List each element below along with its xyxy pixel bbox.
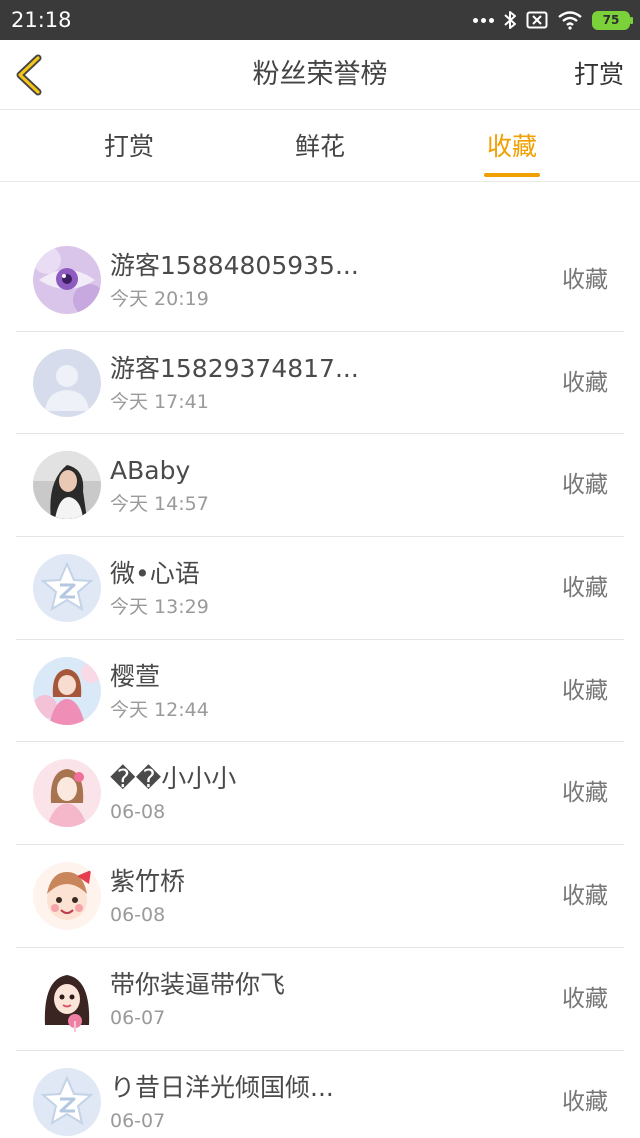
fan-time: 06-07 <box>110 1006 166 1029</box>
fan-time: 06-08 <box>110 801 166 824</box>
wifi-icon <box>558 11 582 30</box>
fan-row[interactable]: ABaby 今天 14:57 收藏 <box>16 434 624 538</box>
fan-action-label: 收藏 <box>562 883 608 910</box>
page-title: 粉丝荣誉榜 <box>252 59 388 90</box>
avatar <box>33 964 101 1033</box>
fan-action-label: 收藏 <box>562 677 608 704</box>
fan-time: 今天 14:57 <box>110 493 209 516</box>
avatar <box>33 246 101 314</box>
chevron-left-icon <box>16 54 42 96</box>
fan-name: 游客15829374817... <box>110 353 359 383</box>
fan-action-label: 收藏 <box>562 575 608 602</box>
tab-label: 打赏 <box>103 132 154 161</box>
fan-name: 紫竹桥 <box>110 867 186 897</box>
fan-name: 带你装逼带你飞 <box>110 969 286 999</box>
top-header: 粉丝荣誉榜 打赏 <box>0 40 640 110</box>
fan-time: 06-07 <box>110 1109 166 1132</box>
fan-row[interactable]: 游客15829374817... 今天 17:41 收藏 <box>16 332 624 435</box>
status-time: 21:18 <box>11 8 72 32</box>
fan-name: 樱萱 <box>110 661 161 691</box>
status-icons: 75 <box>473 8 633 32</box>
cartoon-bow-avatar-icon <box>33 862 101 931</box>
fan-row[interactable]: ��小小小 06-08 收藏 <box>16 742 624 846</box>
anime-avatar-icon <box>33 656 101 725</box>
avatar <box>33 451 101 520</box>
bluetooth-icon <box>504 11 516 29</box>
fan-row[interactable]: 樱萱 今天 12:44 收藏 <box>16 640 624 743</box>
fan-row[interactable]: 微•心语 今天 13:29 收藏 <box>16 537 624 640</box>
status-bar: 21:18 75 <box>0 0 640 40</box>
fan-action-label: 收藏 <box>562 369 608 396</box>
cartoon-girl-avatar-icon <box>33 759 101 828</box>
fan-time: 今天 12:44 <box>110 698 209 721</box>
fan-row[interactable]: 紫竹桥 06-08 收藏 <box>16 845 624 948</box>
fan-list: 游客15884805935... 今天 20:19 收藏 游客158293748… <box>0 229 640 1138</box>
default-star-icon <box>33 554 101 623</box>
default-star-icon <box>33 1067 101 1136</box>
fan-name: り昔日洋光倾国倾... <box>110 1072 334 1102</box>
fan-name: ��小小小 <box>110 764 237 794</box>
fan-action-label: 收藏 <box>562 780 608 807</box>
more-dots-icon <box>473 17 494 23</box>
default-user-icon <box>33 348 101 417</box>
tab-favorites[interactable]: 收藏 <box>442 111 582 181</box>
cartoon-face-avatar-icon <box>33 964 101 1033</box>
avatar <box>33 554 101 623</box>
battery-level: 75 <box>602 12 620 27</box>
fan-action-label: 收藏 <box>562 985 608 1012</box>
avatar <box>33 759 101 828</box>
tab-label: 鲜花 <box>294 132 345 161</box>
fan-name: 游客15884805935... <box>110 251 359 280</box>
fan-action-label: 收藏 <box>562 1088 608 1115</box>
avatar <box>33 656 101 725</box>
avatar <box>33 348 101 417</box>
tab-flowers[interactable]: 鲜花 <box>250 111 390 181</box>
photo-avatar-icon <box>33 451 101 520</box>
fan-name: ABaby <box>110 456 191 486</box>
sim-off-icon <box>526 11 548 29</box>
app-screen: 21:18 75 粉丝荣誉榜 打赏 打赏 鲜花 收藏 游客15884805935… <box>0 0 640 1138</box>
reward-link[interactable]: 打赏 <box>574 40 624 110</box>
avatar <box>33 862 101 931</box>
tab-label: 收藏 <box>486 132 537 161</box>
fan-time: 今天 13:29 <box>110 596 209 619</box>
avatar <box>33 1067 101 1136</box>
fan-time: 今天 20:19 <box>110 288 209 310</box>
battery-icon: 75 <box>592 10 633 30</box>
fan-name: 微•心语 <box>110 559 200 589</box>
eye-avatar-icon <box>33 246 101 314</box>
tab-reward[interactable]: 打赏 <box>59 111 199 181</box>
active-tab-indicator <box>484 173 540 177</box>
fan-action-label: 收藏 <box>562 472 608 499</box>
fan-row[interactable]: り昔日洋光倾国倾... 06-07 收藏 <box>16 1051 624 1138</box>
fan-row[interactable]: 带你装逼带你飞 06-07 收藏 <box>16 948 624 1051</box>
tab-bar: 打赏 鲜花 收藏 <box>0 111 640 182</box>
fan-row[interactable]: 游客15884805935... 今天 20:19 收藏 <box>16 229 624 332</box>
back-button[interactable] <box>10 52 54 98</box>
fan-action-label: 收藏 <box>562 267 608 293</box>
fan-time: 06-08 <box>110 904 166 927</box>
fan-time: 今天 17:41 <box>110 390 209 413</box>
